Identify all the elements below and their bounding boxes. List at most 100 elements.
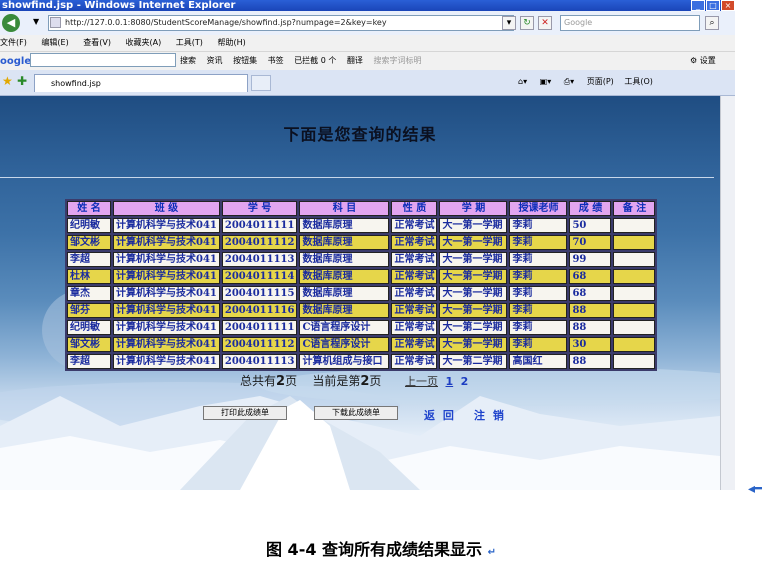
cell-remark — [613, 269, 656, 284]
cell-student-id: 2004011113 — [221, 354, 298, 369]
maximize-button[interactable]: □ — [706, 0, 720, 11]
figure-caption: 图 4-4 查询所有成绩结果显示 ↵ — [0, 536, 762, 560]
cell-student-id: 2004011111 — [221, 320, 298, 335]
feed-icon[interactable]: ▣▾ — [540, 77, 552, 86]
cell-student-id: 2004011111 — [221, 218, 298, 233]
cell-remark — [613, 337, 656, 352]
window-title-bar: showfind.jsp - Windows Internet Explorer — [0, 0, 737, 11]
search-input[interactable]: Google — [560, 15, 700, 31]
tab-showfind[interactable]: showfind.jsp — [34, 74, 248, 92]
page-menu[interactable]: 页面(P) — [587, 77, 614, 86]
home-icon[interactable]: ⌂▾ — [518, 77, 527, 86]
cell-student-id: 2004011112 — [221, 337, 298, 352]
cell-subject: C语言程序设计 — [299, 320, 390, 335]
new-tab-button[interactable] — [251, 75, 271, 91]
cell-student-id: 2004011114 — [221, 269, 298, 284]
table-row: 李超 计算机科学与技术041 2004011113 计算机组成与接口 正常考试 大一第二学… — [67, 354, 656, 369]
cell-type: 正常考试 — [391, 320, 438, 335]
cell-teacher: 李莉 — [509, 303, 568, 318]
minimize-button[interactable]: _ — [691, 0, 705, 11]
col-type: 性 质 — [391, 201, 438, 216]
col-name: 姓 名 — [67, 201, 111, 216]
cell-type: 正常考试 — [391, 354, 438, 369]
vertical-scrollbar[interactable] — [720, 96, 735, 490]
cell-subject: 数据库原理 — [299, 252, 390, 267]
cell-type: 正常考试 — [391, 286, 438, 301]
caption-text: 图 4-4 查询所有成绩结果显示 — [265, 540, 483, 559]
cell-type: 正常考试 — [391, 269, 438, 284]
settings-button[interactable]: ⚙ 设置 — [690, 51, 716, 70]
highlight-button[interactable]: 搜索字词标明 — [373, 56, 421, 65]
cell-class: 计算机科学与技术041 — [113, 286, 220, 301]
cell-student-id: 2004011116 — [221, 303, 298, 318]
cell-subject: 数据库原理 — [299, 269, 390, 284]
translate-button[interactable]: 翻译 — [347, 56, 363, 65]
page-link-1[interactable]: 1 — [446, 375, 454, 388]
add-favorite-icon[interactable]: ✚ — [17, 74, 27, 88]
cell-type: 正常考试 — [391, 235, 438, 250]
google-search-button[interactable]: 搜索 — [180, 56, 196, 65]
popup-blocked-button[interactable]: 已拦截 0 个 — [294, 56, 336, 65]
cell-score: 68 — [569, 269, 612, 284]
menu-tools[interactable]: 工具(T) — [176, 35, 203, 51]
cell-name: 纪明敏 — [67, 320, 111, 335]
nav-dropdown-icon[interactable]: ▼ — [33, 17, 39, 26]
address-dropdown-icon[interactable]: ▾ — [502, 16, 516, 30]
menu-edit[interactable]: 编辑(E) — [41, 35, 68, 51]
menu-bar: 文件(F) 编辑(E) 查看(V) 收藏夹(A) 工具(T) 帮助(H) — [0, 35, 735, 51]
current-suffix: 页 — [369, 374, 382, 388]
col-class: 班 级 — [113, 201, 220, 216]
search-icon[interactable]: ⌕ — [705, 16, 719, 30]
prev-page-link[interactable]: 上一页 — [405, 375, 438, 388]
col-subject: 科 目 — [299, 201, 390, 216]
menu-favorites[interactable]: 收藏夹(A) — [126, 35, 162, 51]
cell-score: 88 — [569, 320, 612, 335]
back-icon[interactable]: ◀ — [2, 14, 20, 32]
page-icon — [50, 17, 61, 28]
cell-type: 正常考试 — [391, 218, 438, 233]
cell-teacher: 高国红 — [509, 354, 568, 369]
menu-help[interactable]: 帮助(H) — [217, 35, 245, 51]
cell-subject: C语言程序设计 — [299, 337, 390, 352]
menu-file[interactable]: 文件(F) — [0, 35, 27, 51]
refresh-icon[interactable]: ↻ — [520, 16, 534, 30]
gear-icon: ⚙ — [690, 56, 698, 65]
download-report-button[interactable]: 下载此成绩单 — [314, 406, 398, 420]
cell-teacher: 李莉 — [509, 235, 568, 250]
stop-icon[interactable]: ✕ — [538, 16, 552, 30]
cell-type: 正常考试 — [391, 252, 438, 267]
cell-type: 正常考试 — [391, 303, 438, 318]
print-icon[interactable]: ⎙▾ — [564, 77, 574, 86]
cell-score: 99 — [569, 252, 612, 267]
print-report-button[interactable]: 打印此成绩单 — [203, 406, 287, 420]
results-table: 姓 名 班 级 学 号 科 目 性 质 学 期 授课老师 成 绩 备 注 纪明敏… — [65, 199, 658, 371]
back-link[interactable]: 返 回 — [424, 407, 456, 423]
cell-student-id: 2004011115 — [221, 286, 298, 301]
cell-class: 计算机科学与技术041 — [113, 354, 220, 369]
page-link-2[interactable]: 2 — [461, 375, 469, 388]
cell-term: 大一第二学期 — [439, 354, 508, 369]
menu-view[interactable]: 查看(V) — [83, 35, 111, 51]
google-search-input[interactable] — [30, 53, 176, 67]
cell-class: 计算机科学与技术041 — [113, 235, 220, 250]
tools-menu[interactable]: 工具(O) — [624, 77, 653, 86]
cell-score: 70 — [569, 235, 612, 250]
button-set-button[interactable]: 按钮集 — [233, 56, 257, 65]
table-row: 邹芬 计算机科学与技术041 2004011116 数据库原理 正常考试 大一第一学期 李莉… — [67, 303, 656, 318]
cell-name: 邹文彬 — [67, 235, 111, 250]
logout-link[interactable]: 注 销 — [474, 407, 506, 423]
bookmark-button[interactable]: 书签 — [268, 56, 284, 65]
google-toolbar-items: 搜索 资讯 按钮集 书签 已拦截 0 个 翻译 搜索字词标明 — [180, 51, 421, 70]
cell-subject: 数据库原理 — [299, 286, 390, 301]
close-button[interactable]: × — [721, 0, 735, 11]
cell-term: 大一第一学期 — [439, 218, 508, 233]
page-title: 下面是您查询的结果 — [283, 125, 437, 144]
address-input[interactable]: http://127.0.0.1:8080/StudentScoreManage… — [48, 15, 514, 31]
news-button[interactable]: 资讯 — [207, 56, 223, 65]
command-bar: ⌂▾ ▣▾ ⎙▾ 页面(P) 工具(O) — [518, 73, 653, 91]
cell-name: 纪明敏 — [67, 218, 111, 233]
return-arrow-icon: ◂━ — [748, 481, 762, 497]
cell-remark — [613, 286, 656, 301]
favorites-star-icon[interactable]: ★ — [2, 74, 13, 88]
cell-term: 大一第一学期 — [439, 269, 508, 284]
